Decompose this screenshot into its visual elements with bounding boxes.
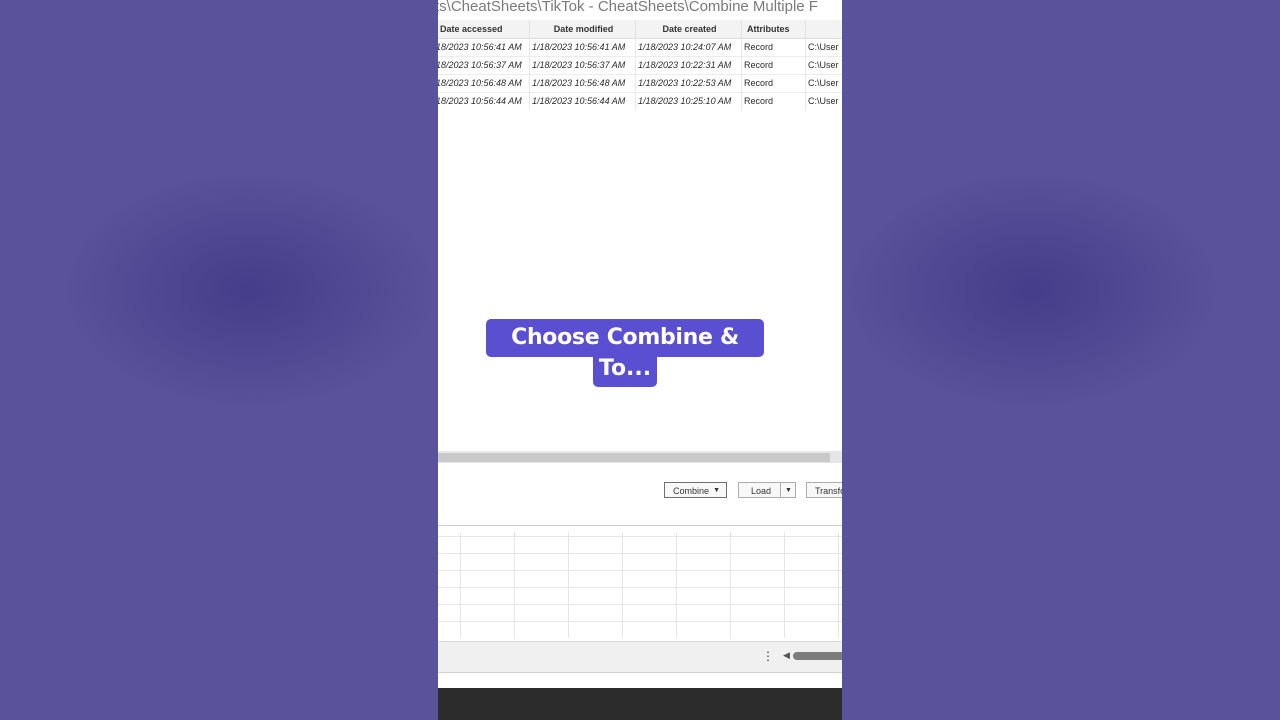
table-row: 18/2023 10:56:41 AM 1/18/2023 10:56:41 A… (438, 38, 842, 57)
cell-date-created: 1/18/2023 10:24:07 AM (636, 38, 742, 56)
file-list-table: Date accessed Date modified Date created… (438, 20, 842, 110)
cell-folder-path: C:\User (806, 56, 842, 74)
cell-date-accessed: 18/2023 10:56:37 AM (438, 56, 530, 74)
table-header: Date accessed Date modified Date created… (438, 20, 842, 39)
load-button[interactable]: Load ▼ (738, 482, 796, 498)
cell-date-modified: 1/18/2023 10:56:48 AM (530, 74, 636, 92)
vertical-ellipsis-icon[interactable]: ⋮ (762, 649, 774, 663)
table-row: 18/2023 10:56:37 AM 1/18/2023 10:56:37 A… (438, 56, 842, 75)
column-header-attributes[interactable]: Attributes (742, 20, 806, 38)
caret-down-icon[interactable]: ▼ (785, 483, 792, 497)
cell-date-created: 1/18/2023 10:22:31 AM (636, 56, 742, 74)
horizontal-scrollbar-thumb[interactable] (438, 453, 830, 462)
cell-attributes[interactable]: Record (742, 74, 806, 92)
screen-recording: ts\CheatSheets\TikTok - CheatSheets\Comb… (438, 0, 842, 720)
cell-date-created: 1/18/2023 10:25:10 AM (636, 92, 742, 110)
file-path-title: ts\CheatSheets\TikTok - CheatSheets\Comb… (438, 0, 818, 15)
column-header-folder-path[interactable] (806, 20, 842, 38)
column-header-date-created[interactable]: Date created (636, 20, 742, 38)
transform-data-button[interactable]: Transfo (806, 482, 842, 498)
transform-button-label: Transfo (815, 486, 842, 496)
taskbar (438, 688, 842, 720)
cell-folder-path: C:\User (806, 74, 842, 92)
worksheet-grid[interactable] (438, 532, 842, 638)
column-header-date-accessed[interactable]: Date accessed (438, 20, 530, 38)
background-glow-right (842, 170, 1222, 410)
cell-date-modified: 1/18/2023 10:56:37 AM (530, 56, 636, 74)
combine-button[interactable]: Combine ▼ (664, 482, 727, 498)
cell-attributes[interactable]: Record (742, 92, 806, 110)
cell-folder-path: C:\User (806, 38, 842, 56)
dialog-footer: Combine ▼ Load ▼ Transfo (438, 465, 842, 526)
load-button-label: Load (751, 486, 772, 496)
cell-folder-path: C:\User (806, 92, 842, 110)
table-row: 18/2023 10:56:48 AM 1/18/2023 10:56:48 A… (438, 74, 842, 93)
cell-date-modified: 1/18/2023 10:56:44 AM (530, 92, 636, 110)
cell-date-accessed: 18/2023 10:56:41 AM (438, 38, 530, 56)
cell-attributes[interactable]: Record (742, 56, 806, 74)
background-glow-left (60, 170, 440, 410)
column-header-date-modified[interactable]: Date modified (530, 20, 636, 38)
table-row: 18/2023 10:56:44 AM 1/18/2023 10:56:44 A… (438, 92, 842, 110)
caret-down-icon: ▼ (713, 487, 720, 494)
cell-date-accessed: 18/2023 10:56:48 AM (438, 74, 530, 92)
cell-date-modified: 1/18/2023 10:56:41 AM (530, 38, 636, 56)
load-split-divider (780, 483, 781, 497)
horizontal-scrollbar[interactable] (438, 451, 842, 463)
cell-date-accessed: 18/2023 10:56:44 AM (438, 92, 530, 110)
combine-button-label: Combine (673, 486, 710, 496)
triangle-left-icon[interactable]: ◀ (783, 650, 790, 661)
cell-attributes[interactable]: Record (742, 38, 806, 56)
sheet-horizontal-scrollbar[interactable] (793, 652, 842, 660)
sheet-tab-bar: ⋮ ◀ (438, 641, 842, 673)
cell-date-created: 1/18/2023 10:22:53 AM (636, 74, 742, 92)
